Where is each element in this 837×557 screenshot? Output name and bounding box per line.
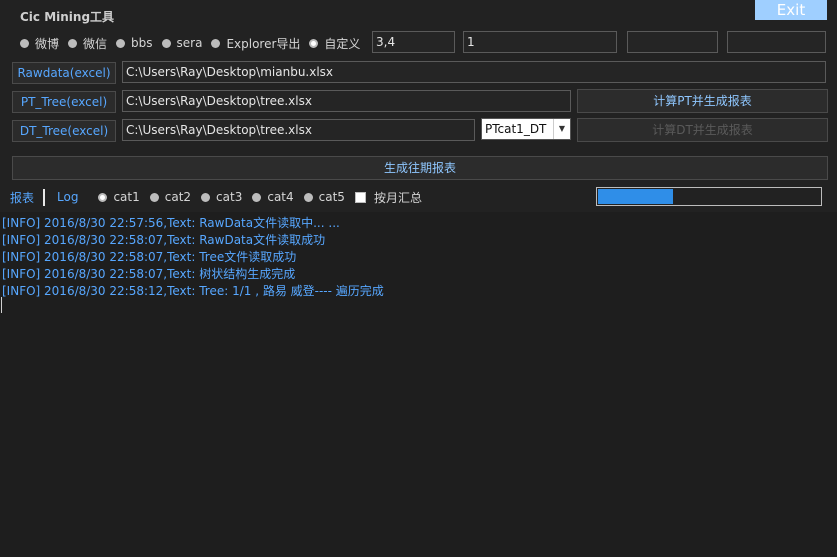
radio-label: 自定义	[324, 36, 361, 51]
dt-report-button: 计算DT并生成报表	[577, 118, 828, 142]
radio-dot-selected-icon	[309, 38, 319, 48]
dt-tree-path-field[interactable]: C:\Users\Ray\Desktop\tree.xlsx	[122, 119, 475, 141]
radio-sera[interactable]: sera	[161, 36, 203, 50]
pt-tree-path-field[interactable]: C:\Users\Ray\Desktop\tree.xlsx	[122, 90, 571, 112]
radio-dot-icon	[68, 38, 78, 48]
log-line: [INFO] 2016/8/30 22:58:07,Text: 树状结构生成完成	[2, 267, 296, 281]
category-radio-cat5[interactable]: cat5	[303, 190, 345, 204]
category-radio-cat4[interactable]: cat4	[252, 190, 294, 204]
radio-dot-icon	[149, 192, 159, 202]
progress-bar	[596, 187, 822, 206]
radio-label: 微信	[83, 36, 108, 51]
monthly-summary-label: 按月汇总	[373, 190, 422, 205]
dt-type-select[interactable]: PTcat1_DT ▼	[481, 118, 571, 140]
custom-field-4[interactable]	[727, 31, 826, 53]
rawdata-path-field[interactable]: C:\Users\Ray\Desktop\mianbu.xlsx	[122, 61, 826, 83]
log-line: [INFO] 2016/8/30 22:58:07,Text: RawData文…	[2, 233, 326, 247]
custom-field-3[interactable]	[627, 31, 718, 53]
category-label: cat5	[318, 190, 345, 204]
pt-tree-browse-button[interactable]: PT_Tree(excel)	[12, 91, 116, 113]
app-title: Cic Mining工具	[20, 10, 115, 24]
radio-dot-icon	[303, 192, 313, 202]
radio-explorer[interactable]: Explorer导出	[211, 35, 300, 52]
custom-field-1[interactable]: 3,4	[372, 31, 455, 53]
rawdata-browse-button[interactable]: Rawdata(excel)	[12, 62, 116, 84]
radio-dot-icon	[161, 38, 171, 48]
category-label: cat3	[216, 190, 243, 204]
category-label: cat4	[267, 190, 294, 204]
tab-divider	[43, 188, 46, 206]
radio-weixin[interactable]: 微信	[68, 35, 107, 52]
radio-dot-icon	[252, 192, 262, 202]
log-panel[interactable]: [INFO] 2016/8/30 22:57:56,Text: RawData文…	[0, 212, 837, 557]
dt-type-select-value: PTcat1_DT	[485, 122, 547, 136]
category-label: cat2	[164, 190, 192, 204]
radio-dot-icon	[211, 38, 221, 48]
radio-label: sera	[176, 36, 203, 50]
radio-dot-selected-icon	[98, 192, 108, 202]
progress-bar-fill	[598, 189, 673, 204]
tab-log[interactable]: Log	[57, 190, 78, 204]
category-radio-cat2[interactable]: cat2	[149, 190, 192, 204]
checkbox-icon	[354, 191, 366, 203]
chevron-down-icon[interactable]: ▼	[553, 119, 570, 139]
dt-tree-browse-button[interactable]: DT_Tree(excel)	[12, 120, 116, 142]
source-radio-group: 微博 微信 bbs sera Explorer导出 自定义	[20, 35, 369, 52]
category-radio-cat1[interactable]: cat1	[98, 190, 140, 204]
radio-dot-icon	[201, 192, 211, 202]
radio-dot-icon	[20, 38, 29, 48]
tab-bar: 报表 Log cat1 cat2 cat3 cat4 cat5 按月汇总	[10, 188, 432, 206]
category-label: cat1	[113, 190, 140, 204]
text-caret	[1, 297, 2, 313]
monthly-summary-checkbox[interactable]: 按月汇总	[354, 189, 422, 206]
radio-bbs[interactable]: bbs	[116, 36, 153, 50]
custom-field-2[interactable]: 1	[463, 31, 617, 53]
radio-label: Explorer导出	[226, 36, 301, 51]
radio-label: 微博	[35, 36, 60, 51]
radio-weibo[interactable]: 微博	[20, 35, 59, 52]
log-line: [INFO] 2016/8/30 22:58:07,Text: Tree文件读取…	[2, 250, 297, 264]
history-report-button[interactable]: 生成往期报表	[12, 156, 828, 180]
log-line: [INFO] 2016/8/30 22:57:56,Text: RawData文…	[2, 216, 340, 230]
radio-custom[interactable]: 自定义	[309, 35, 360, 52]
radio-label: bbs	[131, 36, 153, 50]
pt-report-button[interactable]: 计算PT并生成报表	[577, 89, 828, 113]
radio-dot-icon	[116, 38, 126, 48]
tab-report[interactable]: 报表	[10, 189, 34, 206]
exit-button[interactable]: Exit	[755, 0, 827, 20]
category-radio-cat3[interactable]: cat3	[201, 190, 242, 204]
log-line: [INFO] 2016/8/30 22:58:12,Text: Tree: 1/…	[2, 284, 384, 298]
